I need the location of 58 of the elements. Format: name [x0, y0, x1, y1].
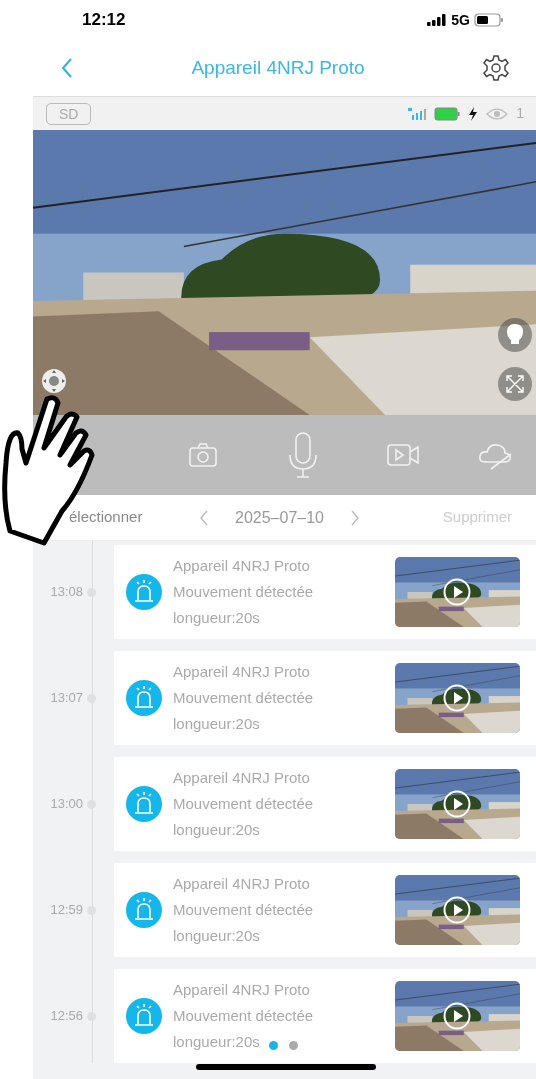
back-icon[interactable]: [60, 57, 74, 79]
direction-pad-icon[interactable]: [41, 368, 67, 394]
event-card[interactable]: Appareil 4NRJ Proto Mouvement détectée longueur:20s: [114, 651, 536, 745]
camera-icon[interactable]: [188, 442, 218, 468]
alarm-icon: [126, 998, 162, 1034]
device-name: Appareil 4NRJ Proto: [173, 556, 310, 576]
event-card[interactable]: Appareil 4NRJ Proto Mouvement détectée longueur:20s: [114, 757, 536, 851]
play-icon: [443, 578, 471, 606]
charging-icon: [468, 106, 479, 121]
event-type: Mouvement détectée: [173, 688, 314, 708]
device-name: Appareil 4NRJ Proto: [173, 768, 310, 788]
microphone-icon[interactable]: [286, 431, 320, 479]
event-type: Mouvement détectée: [173, 794, 314, 814]
network-label: 5G: [451, 10, 470, 30]
event-time: 13:00: [49, 795, 83, 814]
event-duration: longueur:20s: [173, 608, 260, 628]
event-card[interactable]: Appareil 4NRJ Proto Mouvement détectée longueur:20s: [114, 969, 536, 1063]
viewer-count: 1: [516, 104, 524, 123]
cellular-signal-icon: [408, 107, 427, 120]
play-icon: [443, 790, 471, 818]
settings-icon[interactable]: [482, 54, 510, 82]
alarm-icon: [126, 786, 162, 822]
play-icon: [443, 1002, 471, 1030]
event-duration: longueur:20s: [173, 1032, 260, 1052]
battery-icon: [474, 13, 504, 27]
alarm-icon: [126, 892, 162, 928]
alarm-icon: [126, 680, 162, 716]
device-name: Appareil 4NRJ Proto: [173, 662, 310, 682]
event-type: Mouvement détectée: [173, 582, 314, 602]
light-bulb-icon[interactable]: [498, 318, 532, 352]
sd-badge[interactable]: SD: [46, 102, 92, 125]
event-card[interactable]: Appareil 4NRJ Proto Mouvement détectée longueur:20s: [114, 545, 536, 639]
alarm-icon: [126, 574, 162, 610]
device-name: Appareil 4NRJ Proto: [173, 980, 310, 1000]
event-duration: longueur:20s: [173, 926, 260, 946]
video-camera-icon[interactable]: [386, 443, 420, 467]
date-label: 2025–07–10: [235, 507, 324, 528]
eye-icon: [486, 106, 509, 121]
next-day-icon[interactable]: [350, 509, 360, 526]
event-card[interactable]: Appareil 4NRJ Proto Mouvement détectée longueur:20s: [114, 863, 536, 957]
event-time: 13:07: [49, 689, 83, 708]
event-duration: longueur:20s: [173, 714, 260, 734]
play-icon: [443, 896, 471, 924]
select-button[interactable]: électionner: [69, 506, 199, 529]
play-icon: [443, 684, 471, 712]
event-duration: longueur:20s: [173, 820, 260, 840]
fullscreen-icon[interactable]: [498, 367, 532, 401]
event-time: 13:08: [49, 583, 83, 602]
event-type: Mouvement détectée: [173, 1006, 314, 1026]
header-title: Appareil 4NRJ Proto: [191, 55, 365, 80]
status-time: 12:12: [82, 9, 126, 32]
event-time: 12:56: [49, 1007, 83, 1026]
event-time: 12:59: [49, 901, 83, 920]
previous-day-icon[interactable]: [199, 509, 209, 526]
event-type: Mouvement détectée: [173, 900, 314, 920]
signal-icon: [427, 14, 448, 26]
battery-icon: [434, 106, 461, 121]
device-name: Appareil 4NRJ Proto: [173, 874, 310, 894]
